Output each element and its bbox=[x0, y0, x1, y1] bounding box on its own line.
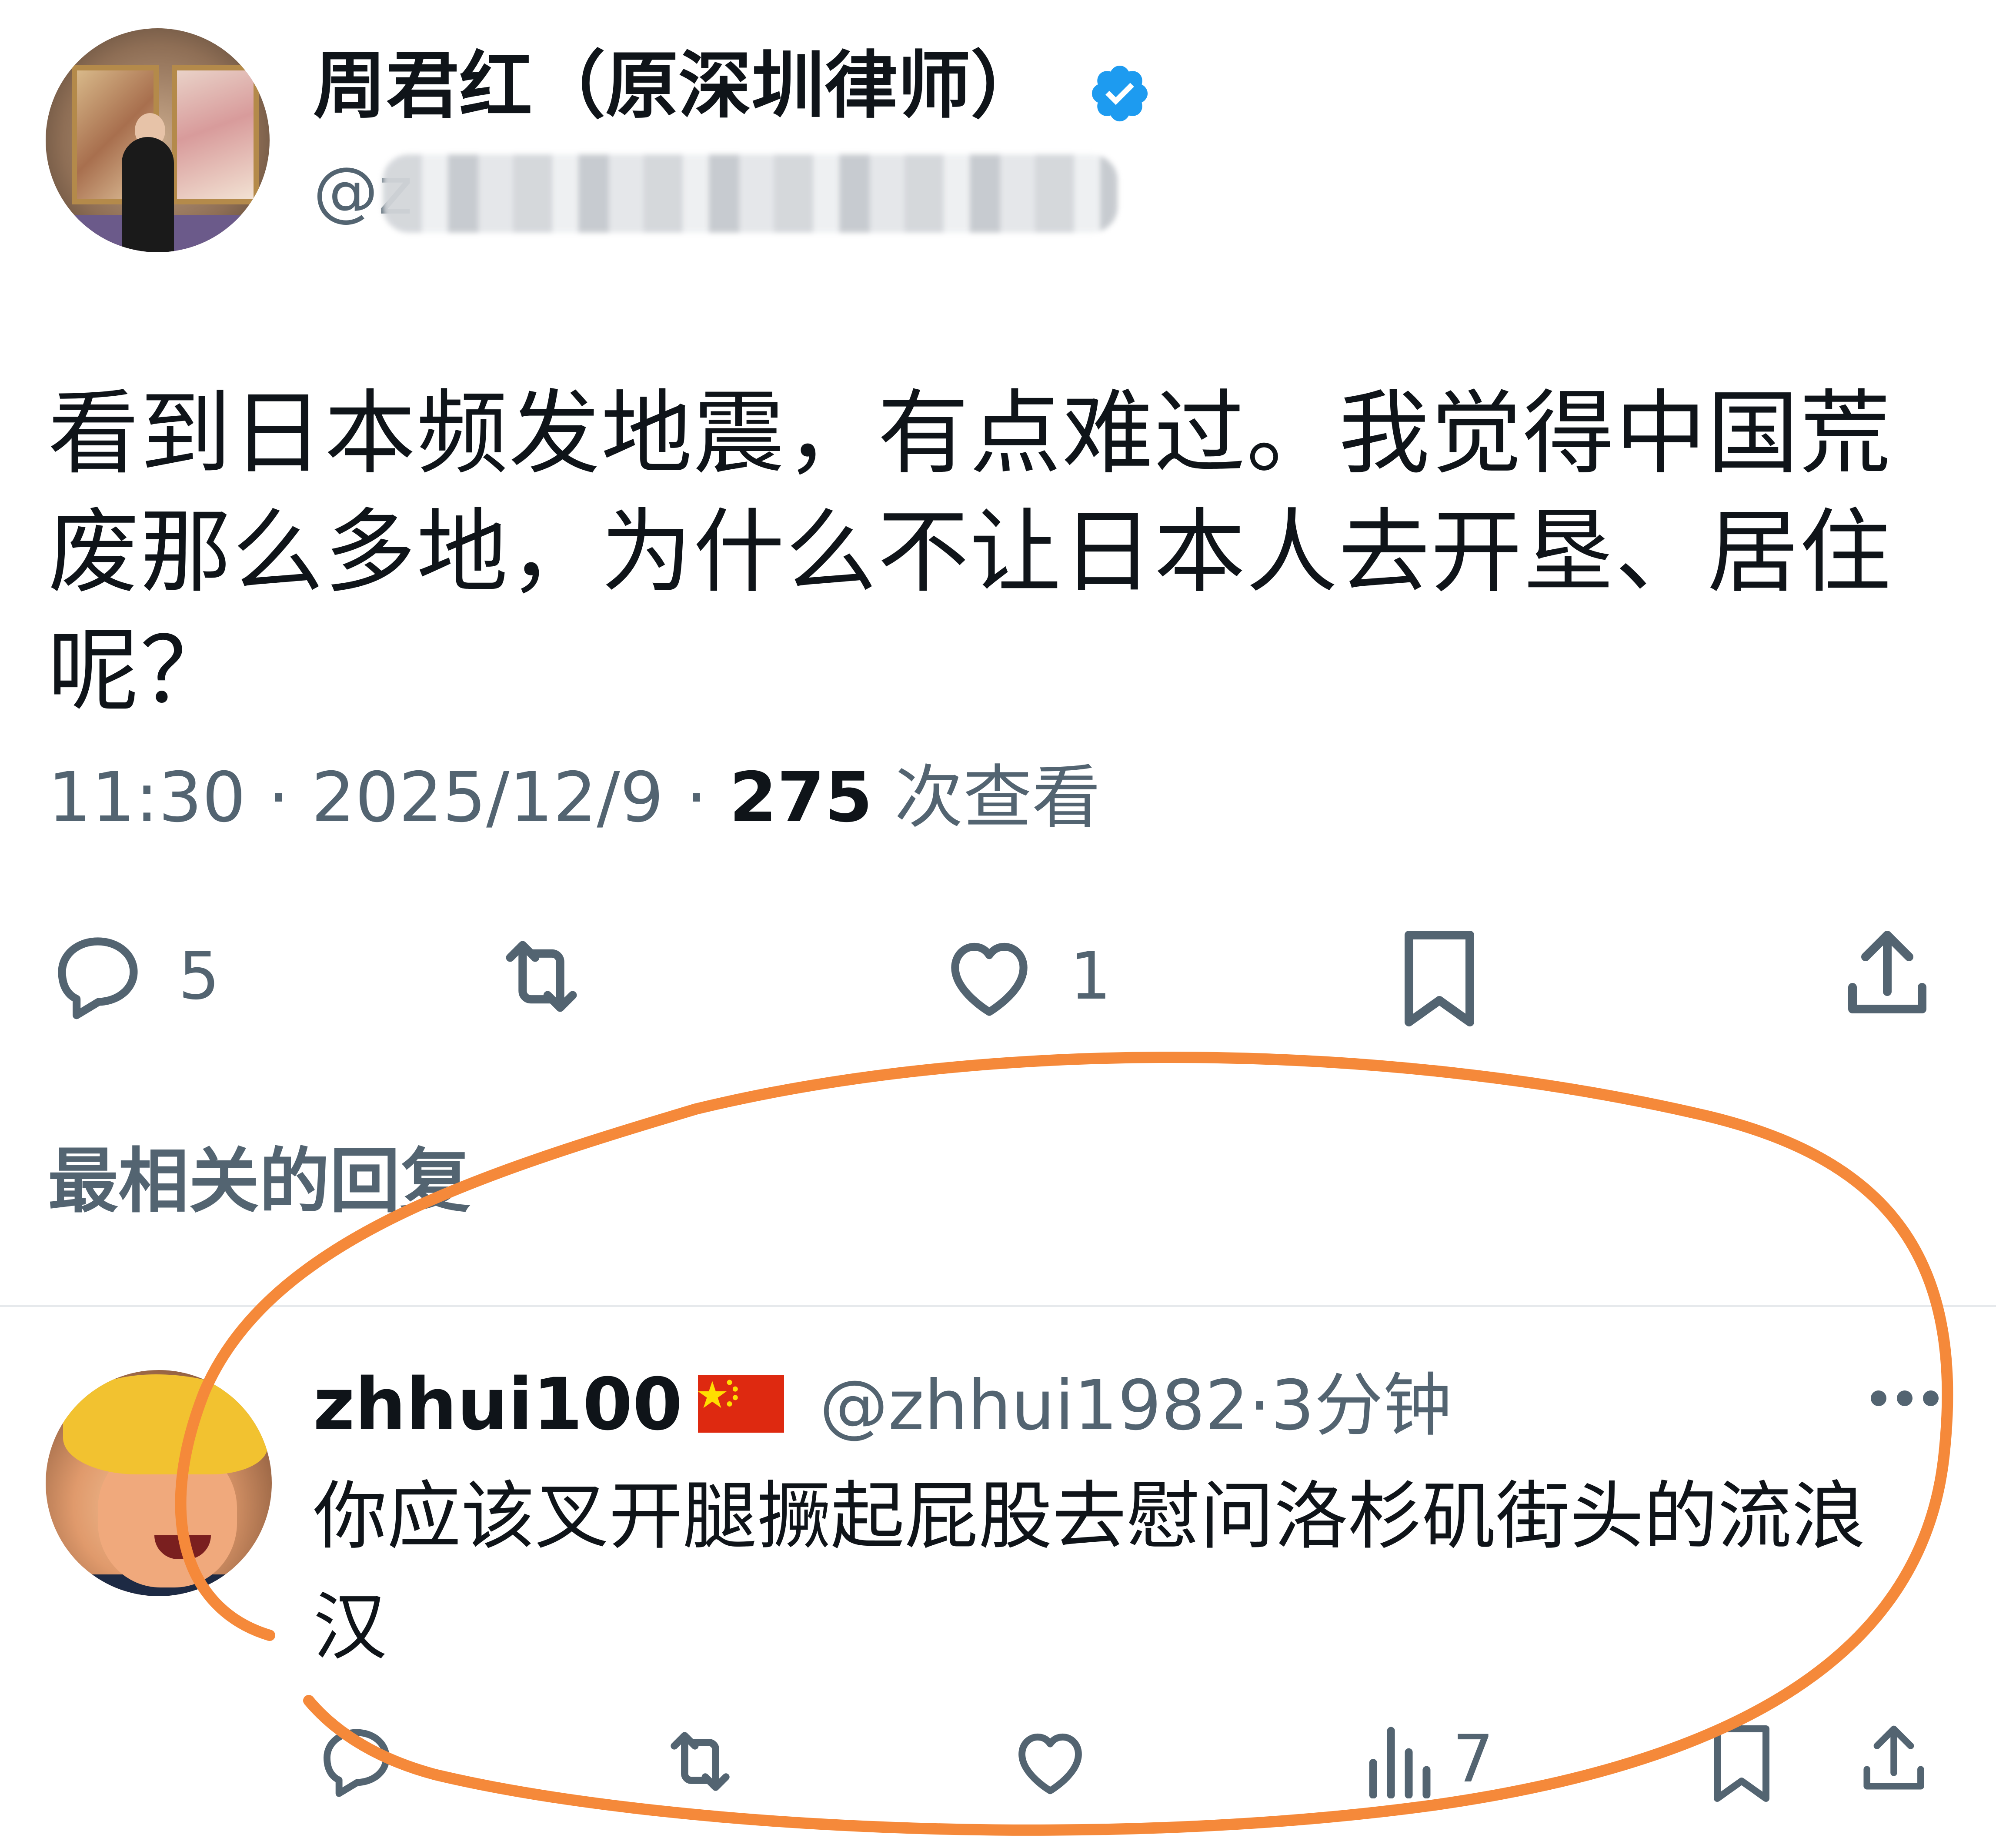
handle-redaction-blur bbox=[383, 154, 1118, 233]
reply-button[interactable]: 5 bbox=[48, 926, 220, 1026]
author-display-name[interactable]: 周君红（原深圳律师） bbox=[313, 46, 1044, 126]
replies-heading[interactable]: 最相关的回复 bbox=[48, 1140, 471, 1224]
china-flag-icon bbox=[698, 1375, 784, 1433]
reply-retweet-button[interactable] bbox=[657, 1720, 744, 1803]
reply-count: 5 bbox=[178, 939, 220, 1014]
reply-author-name[interactable]: zhhui100 bbox=[313, 1363, 682, 1446]
reply-icon bbox=[58, 937, 138, 1019]
tweet-time[interactable]: 11:30 bbox=[48, 758, 246, 838]
reply-bookmark-button[interactable] bbox=[1707, 1720, 1776, 1807]
tweet-views-label: 次查看 bbox=[872, 758, 1101, 838]
avatar-painting-right bbox=[172, 65, 259, 204]
views-icon bbox=[1369, 1727, 1431, 1798]
avatar-hair bbox=[63, 1374, 267, 1474]
verified-badge-icon bbox=[1091, 65, 1148, 122]
like-icon bbox=[951, 942, 1028, 1016]
reply-like-button[interactable] bbox=[1009, 1720, 1091, 1803]
tweet-text: 看到日本频发地震，有点难过。我觉得中国荒废那么多地，为什么不让日本人去开垦、居住… bbox=[48, 380, 1892, 724]
reply-author-avatar[interactable] bbox=[46, 1370, 272, 1596]
like-button[interactable]: 1 bbox=[939, 926, 1111, 1026]
retweet-icon bbox=[671, 1732, 730, 1791]
reply-share-button[interactable] bbox=[1857, 1714, 1931, 1805]
bookmark-icon bbox=[1405, 931, 1474, 1026]
reply-reply-button[interactable] bbox=[315, 1720, 398, 1803]
bookmark-button[interactable] bbox=[1396, 926, 1483, 1031]
reply-views-count: 7 bbox=[1452, 1721, 1494, 1797]
like-icon bbox=[1018, 1733, 1082, 1795]
tweet-views-count: 275 bbox=[729, 758, 873, 838]
author-avatar[interactable] bbox=[46, 28, 270, 252]
retweet-icon bbox=[506, 941, 577, 1012]
retweet-button[interactable] bbox=[487, 926, 596, 1026]
share-button[interactable] bbox=[1839, 922, 1935, 1026]
share-icon bbox=[1863, 1725, 1924, 1790]
meta-separator: · bbox=[664, 758, 729, 838]
more-icon[interactable] bbox=[1868, 1387, 1942, 1409]
section-divider bbox=[0, 1305, 1996, 1307]
bookmark-icon bbox=[1714, 1725, 1769, 1802]
reply-header: zhhui100 @zhhui1982·3分钟 bbox=[313, 1361, 1452, 1447]
tweet-date[interactable]: 2025/12/9 bbox=[311, 758, 664, 838]
reply-text: 你应该叉开腿撅起屁股去慰问洛杉矶街头的流浪汉 bbox=[313, 1474, 1866, 1671]
reply-author-handle[interactable]: @zhhui1982·3分钟 bbox=[819, 1366, 1452, 1446]
share-icon bbox=[1848, 931, 1926, 1013]
meta-separator: · bbox=[246, 758, 312, 838]
like-count: 1 bbox=[1070, 939, 1111, 1014]
avatar-person bbox=[122, 137, 174, 252]
reply-icon bbox=[324, 1729, 390, 1797]
reply-views-button[interactable]: 7 bbox=[1361, 1720, 1494, 1798]
tweet-meta: 11:30 · 2025/12/9 · 275 次查看 bbox=[48, 757, 1101, 839]
